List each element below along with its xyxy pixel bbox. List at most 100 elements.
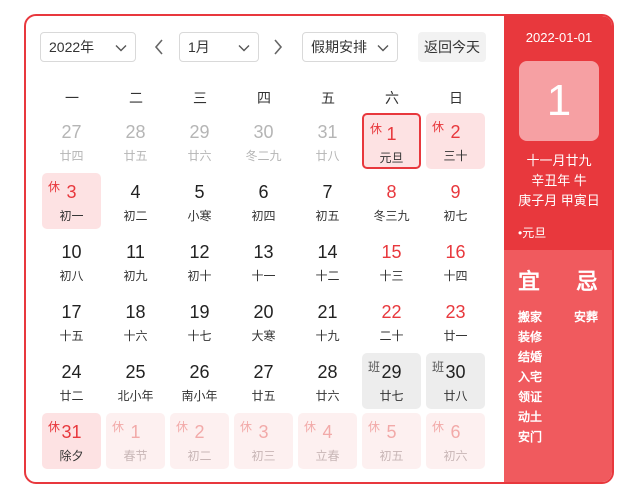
day-number: 27	[253, 362, 274, 382]
lunar-day: 初三	[251, 449, 276, 463]
lunar-day: 春节	[123, 449, 148, 463]
year-select[interactable]: 2022年	[40, 32, 136, 62]
day-cell[interactable]: 休 4 立春	[298, 413, 357, 469]
lunar-day: 初八	[59, 269, 84, 283]
day-number: 2	[450, 122, 461, 142]
lunar-day: 初九	[123, 269, 148, 283]
day-cell[interactable]: 休 2 三十	[426, 113, 485, 169]
day-cell[interactable]: 21 十九	[298, 293, 357, 349]
day-cell[interactable]: 28 廿五	[106, 113, 165, 169]
back-to-today-button[interactable]: 返回今天	[418, 32, 486, 62]
lunar-day: 初二	[187, 449, 212, 463]
day-cell[interactable]: 休 31 除夕	[42, 413, 101, 469]
day-cell[interactable]: 班 29 廿七	[362, 353, 421, 409]
day-number: 24	[61, 362, 82, 382]
day-cell[interactable]: 18 十六	[106, 293, 165, 349]
lunar-day: 立春	[315, 449, 340, 463]
prev-month-icon[interactable]	[152, 37, 166, 57]
lunar-day: 廿四	[59, 149, 84, 163]
day-cell[interactable]: 班 30 廿八	[426, 353, 485, 409]
day-number: 12	[189, 242, 210, 262]
day-cell[interactable]: 休 6 初六	[426, 413, 485, 469]
ji-title: 忌	[576, 269, 599, 294]
weekday-label: 五	[321, 90, 335, 106]
yi-title: 宜	[518, 269, 541, 294]
day-cell[interactable]: 11 初九	[106, 233, 165, 289]
day-cell[interactable]: 15 十三	[362, 233, 421, 289]
day-cell[interactable]: 8 冬三九	[362, 173, 421, 229]
lunar-day: 初四	[251, 209, 276, 223]
day-cell[interactable]: 9 初七	[426, 173, 485, 229]
day-cell[interactable]: 10 初八	[42, 233, 101, 289]
day-cell[interactable]: 14 十二	[298, 233, 357, 289]
day-number: 23	[445, 302, 466, 322]
day-cell[interactable]: 4 初二	[106, 173, 165, 229]
day-cell[interactable]: 休 3 初三	[234, 413, 293, 469]
lunar-day: 廿八	[315, 149, 340, 163]
day-cell[interactable]: 23 廿一	[426, 293, 485, 349]
day-number: 6	[258, 182, 269, 202]
day-number: 4	[322, 422, 333, 442]
day-cell[interactable]: 16 十四	[426, 233, 485, 289]
lunar-day: 元旦	[379, 151, 404, 165]
selected-date: 2022-01-01	[525, 30, 593, 45]
day-cell[interactable]: 30 冬二九	[234, 113, 293, 169]
day-number: 5	[386, 422, 397, 442]
day-cell[interactable]: 17 十五	[42, 293, 101, 349]
day-number: 19	[189, 302, 210, 322]
lunar-day: 廿八	[443, 389, 468, 403]
weekday-label: 六	[385, 90, 399, 106]
lunar-day: 初十	[187, 269, 212, 283]
day-number: 14	[317, 242, 338, 262]
day-cell[interactable]: 6 初四	[234, 173, 293, 229]
lunar-day: 十四	[443, 269, 468, 283]
day-cell[interactable]: 7 初五	[298, 173, 357, 229]
day-number: 28	[317, 362, 338, 382]
day-cell[interactable]: 休 3 初一	[42, 173, 101, 229]
chevron-down-icon	[238, 45, 250, 52]
day-cell[interactable]: 5 小寒	[170, 173, 229, 229]
day-cell[interactable]: 31 廿八	[298, 113, 357, 169]
day-cell[interactable]: 25 北小年	[106, 353, 165, 409]
day-cell[interactable]: 休 5 初五	[362, 413, 421, 469]
day-cell[interactable]: 29 廿六	[170, 113, 229, 169]
day-cell[interactable]: 24 廿二	[42, 353, 101, 409]
next-month-icon[interactable]	[271, 37, 285, 57]
weekday-label: 二	[129, 90, 143, 106]
day-number: 3	[66, 182, 77, 202]
day-number: 15	[381, 242, 402, 262]
yi-item: 领证	[518, 390, 543, 404]
day-cell[interactable]: 休 1 元旦	[362, 113, 421, 169]
day-number: 29	[381, 362, 402, 382]
lunar-day: 廿五	[251, 389, 276, 403]
day-number: 10	[61, 242, 82, 262]
day-number: 7	[322, 182, 333, 202]
day-number: 29	[189, 122, 210, 142]
day-cell[interactable]: 19 十七	[170, 293, 229, 349]
day-cell[interactable]: 26 南小年	[170, 353, 229, 409]
day-number: 22	[381, 302, 402, 322]
day-cell[interactable]: 12 初十	[170, 233, 229, 289]
day-cell[interactable]: 27 廿四	[42, 113, 101, 169]
day-cell[interactable]: 休 2 初二	[170, 413, 229, 469]
day-cell[interactable]: 20 大寒	[234, 293, 293, 349]
day-cell[interactable]: 27 廿五	[234, 353, 293, 409]
day-number: 8	[386, 182, 397, 202]
day-cell[interactable]: 13 十一	[234, 233, 293, 289]
day-number: 31	[61, 422, 82, 442]
lunar-day: 十九	[315, 329, 340, 343]
day-number: 18	[125, 302, 146, 322]
day-number: 5	[194, 182, 205, 202]
day-number: 11	[126, 242, 145, 262]
day-number: 21	[317, 302, 338, 322]
day-cell[interactable]: 休 1 春节	[106, 413, 165, 469]
yi-item: 装修	[518, 330, 543, 344]
lunar-day: 初二	[123, 209, 148, 223]
day-cell[interactable]: 28 廿六	[298, 353, 357, 409]
day-number: 4	[130, 182, 141, 202]
weekday-label: 日	[449, 90, 463, 106]
holiday-select[interactable]: 假期安排	[302, 32, 398, 62]
day-cell[interactable]: 22 二十	[362, 293, 421, 349]
day-number: 28	[125, 122, 146, 142]
month-select[interactable]: 1月	[179, 32, 259, 62]
